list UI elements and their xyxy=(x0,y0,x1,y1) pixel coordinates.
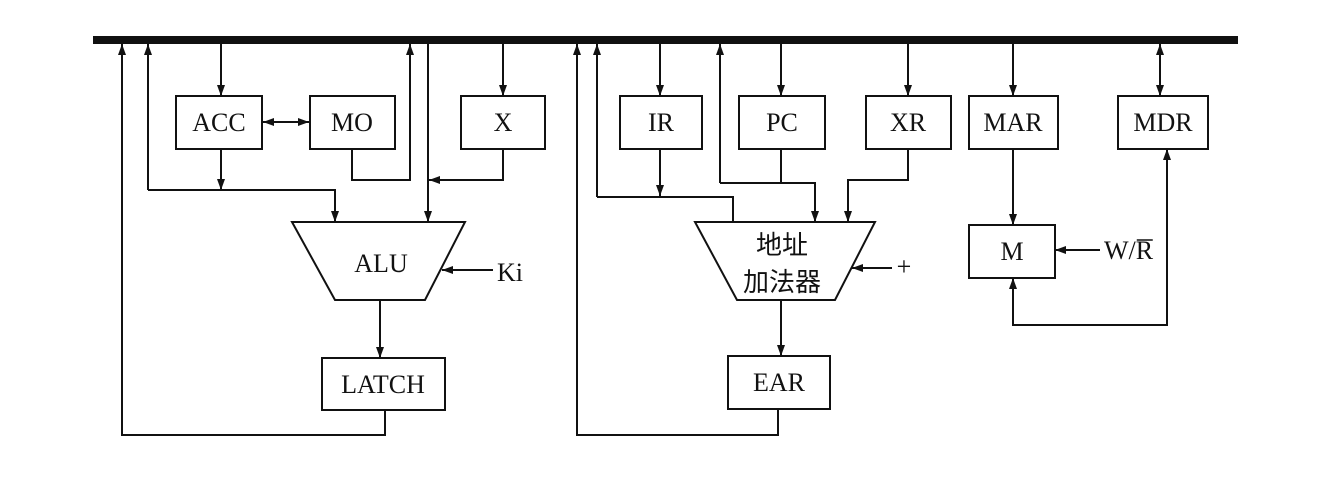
xr-label: XR xyxy=(890,108,927,137)
ir-label: IR xyxy=(648,108,675,137)
x-label: X xyxy=(494,108,513,137)
datapath-diagram: ACC MO X ALU Ki LATCH IR PC XR 地址 加法器 + … xyxy=(93,36,1238,436)
mo-label: MO xyxy=(331,108,373,137)
memory-label: M xyxy=(1000,237,1023,266)
pc-register: PC xyxy=(738,95,826,150)
latch-label: LATCH xyxy=(341,370,425,399)
memory-unit: M xyxy=(968,224,1056,279)
xr-register: XR xyxy=(865,95,952,150)
xr-to-adder-arrow xyxy=(844,149,909,222)
address-adder-label-line2: 加法器 xyxy=(743,268,821,298)
latch-register: LATCH xyxy=(321,357,446,411)
address-adder-unit: 地址 加法器 xyxy=(693,221,877,301)
mdr-label: MDR xyxy=(1133,108,1193,137)
acc-label: ACC xyxy=(192,108,245,137)
address-adder-label-line1: 地址 xyxy=(756,231,808,261)
x-to-alu-input-arrow xyxy=(429,149,504,184)
mar-register: MAR xyxy=(968,95,1059,150)
mdr-register: MDR xyxy=(1117,95,1209,150)
acc-register: ACC xyxy=(175,95,263,150)
alu-unit: ALU xyxy=(290,221,467,301)
write-read-signal: W/R xyxy=(1104,236,1154,265)
x-register: X xyxy=(460,95,546,150)
ki-label: Ki xyxy=(497,258,523,287)
write-read-prefix: W/ xyxy=(1104,236,1137,265)
alu-label: ALU xyxy=(354,249,408,278)
pc-label: PC xyxy=(766,108,798,137)
ir-to-adder-line xyxy=(597,196,734,222)
mo-register: MO xyxy=(309,95,396,150)
ear-register: EAR xyxy=(727,355,831,410)
acc-to-alu-left-input-arrow xyxy=(148,189,339,222)
ear-label: EAR xyxy=(753,368,806,397)
pc-to-adder-arrow xyxy=(720,182,819,222)
mar-label: MAR xyxy=(983,108,1043,137)
ir-register: IR xyxy=(619,95,703,150)
plus-label: + xyxy=(897,252,912,281)
